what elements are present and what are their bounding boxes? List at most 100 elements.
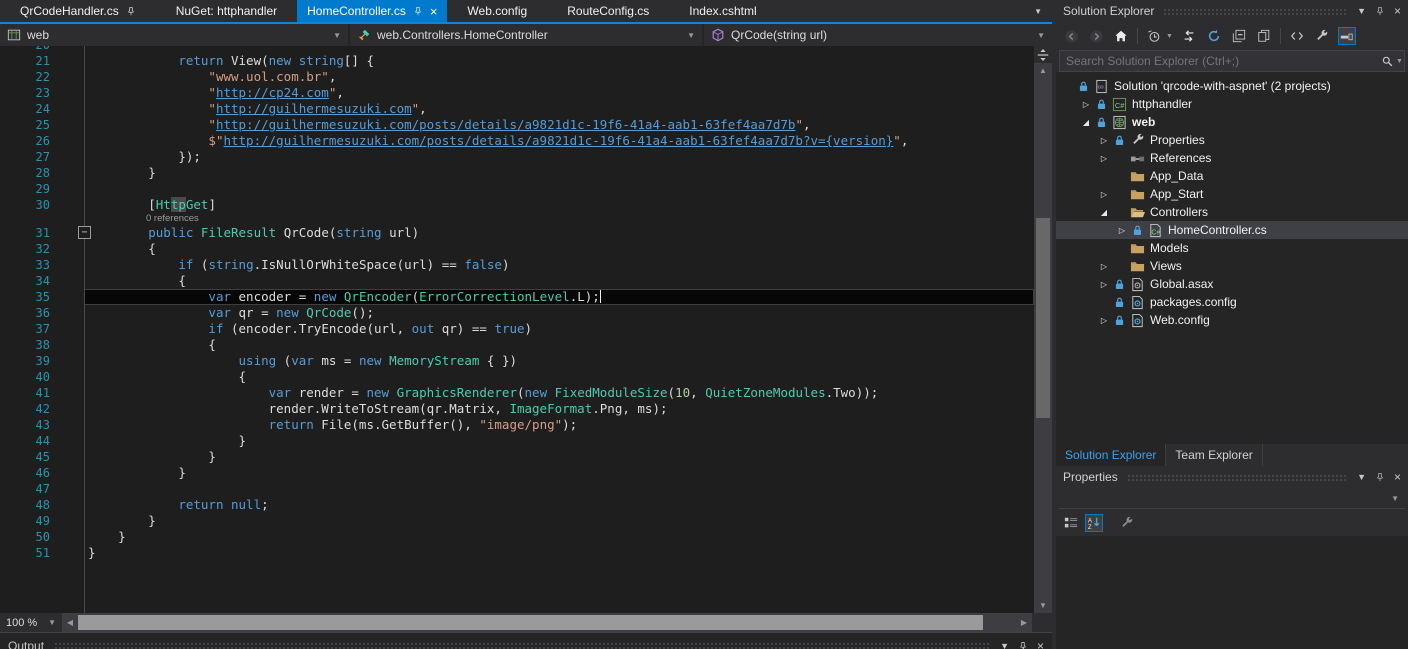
scroll-down-arrow[interactable]: ▼ <box>1034 598 1052 613</box>
code-line-51[interactable]: 51} <box>0 545 1034 561</box>
code-line-23[interactable]: 23 "http://cp24.com", <box>0 85 1034 101</box>
tree-item-solution-qrcode-with-aspnet-2-projects[interactable]: ∞Solution 'qrcode-with-aspnet' (2 projec… <box>1056 77 1408 95</box>
code-line-content[interactable] <box>84 46 1034 53</box>
expander-collapsed-icon[interactable]: ▷ <box>1080 100 1092 109</box>
code-line-content[interactable] <box>84 481 1034 497</box>
nav-combo-qrcode-string-url[interactable]: QrCode(string url)▼ <box>704 24 1052 46</box>
code-line-36[interactable]: 36 var qr = new QrCode(); <box>0 305 1034 321</box>
search-input[interactable] <box>1060 54 1380 68</box>
code-line-44[interactable]: 44 } <box>0 433 1034 449</box>
code-line-content[interactable]: } <box>84 449 1034 465</box>
code-line-40[interactable]: 40 { <box>0 369 1034 385</box>
code-line-content[interactable]: using (var ms = new MemoryStream { }) <box>84 353 1034 369</box>
nav-combo-web[interactable]: web▼ <box>0 24 348 46</box>
tree-item-packages-config[interactable]: packages.config <box>1056 293 1408 311</box>
home-button[interactable] <box>1112 27 1130 45</box>
chevron-down-icon[interactable]: ▼ <box>1166 33 1173 40</box>
tree-item-models[interactable]: Models <box>1056 239 1408 257</box>
code-line-21[interactable]: 21 return View(new string[] { <box>0 53 1034 69</box>
code-line-34[interactable]: 34 { <box>0 273 1034 289</box>
collapse-all-button[interactable] <box>1230 27 1248 45</box>
code-line-content[interactable]: { <box>84 241 1034 257</box>
property-pages-button[interactable] <box>1118 514 1136 532</box>
code-line-25[interactable]: 25 "http://guilhermesuzuki.com/posts/det… <box>0 117 1034 133</box>
code-line-content[interactable]: } <box>84 529 1034 545</box>
code-line-32[interactable]: 32 { <box>0 241 1034 257</box>
close-icon[interactable]: × <box>430 4 438 19</box>
show-all-files-button[interactable] <box>1255 27 1273 45</box>
code-line-content[interactable]: var qr = new QrCode(); <box>84 305 1034 321</box>
forward-button[interactable] <box>1087 27 1105 45</box>
vertical-scroll-track[interactable] <box>1034 78 1052 598</box>
code-line-content[interactable]: } <box>84 513 1034 529</box>
tree-item-views[interactable]: ▷Views <box>1056 257 1408 275</box>
editor-zoom-select[interactable]: 100 % ▼ <box>0 613 62 632</box>
code-line-28[interactable]: 28 } <box>0 165 1034 181</box>
scroll-left-arrow[interactable]: ◀ <box>62 613 78 632</box>
code-line-content[interactable]: public FileResult QrCode(string url) <box>84 225 1034 241</box>
tree-item-global-asax[interactable]: ▷Global.asax <box>1056 275 1408 293</box>
expander-collapsed-icon[interactable]: ▷ <box>1098 262 1110 271</box>
alphabetical-sort-button[interactable]: AZ <box>1085 514 1103 532</box>
code-line-content[interactable]: $"http://guilhermesuzuki.com/posts/detai… <box>84 133 1034 149</box>
pin-icon[interactable] <box>126 6 136 17</box>
code-line-content[interactable]: var encoder = new QrEncoder(ErrorCorrect… <box>84 289 1034 305</box>
tab-routeconfig-cs[interactable]: RouteConfig.cs <box>547 0 669 22</box>
code-line-content[interactable]: }); <box>84 149 1034 165</box>
window-position-chevron-icon[interactable]: ▼ <box>1000 641 1009 649</box>
properties-title-bar[interactable]: Properties ▼ × <box>1056 466 1408 488</box>
code-line-37[interactable]: 37 if (encoder.TryEncode(url, out qr) ==… <box>0 321 1034 337</box>
tree-item-references[interactable]: ▷References <box>1056 149 1408 167</box>
search-icon[interactable] <box>1381 55 1394 68</box>
tab-index-cshtml[interactable]: Index.cshtml <box>669 0 776 22</box>
code-line-42[interactable]: 42 render.WriteToStream(qr.Matrix, Image… <box>0 401 1034 417</box>
back-button[interactable] <box>1062 27 1080 45</box>
tab-web-config[interactable]: Web.config <box>447 0 547 22</box>
tree-item-properties[interactable]: ▷Properties <box>1056 131 1408 149</box>
tree-item-app-start[interactable]: ▷App_Start <box>1056 185 1408 203</box>
close-icon[interactable]: × <box>1037 639 1044 649</box>
code-line-content[interactable]: "http://cp24.com", <box>84 85 1034 101</box>
code-line-49[interactable]: 49 } <box>0 513 1034 529</box>
expander-expanded-icon[interactable]: ◢ <box>1098 208 1110 217</box>
window-position-chevron-icon[interactable]: ▼ <box>1357 472 1366 482</box>
code-line-39[interactable]: 39 using (var ms = new MemoryStream { }) <box>0 353 1034 369</box>
code-line-35[interactable]: 35 var encoder = new QrEncoder(ErrorCorr… <box>0 289 1034 305</box>
split-editor-grip-icon[interactable] <box>1034 46 1052 63</box>
pin-icon[interactable] <box>1018 641 1028 649</box>
code-line-content[interactable]: [HttpGet] <box>84 197 1034 213</box>
code-line-content[interactable] <box>84 181 1034 197</box>
tree-item-web-config[interactable]: ▷Web.config <box>1056 311 1408 329</box>
code-line-content[interactable]: { <box>84 273 1034 289</box>
tab-homecontroller-cs[interactable]: HomeController.cs× <box>297 0 447 22</box>
tree-item-httphandler[interactable]: ▷C#httphandler <box>1056 95 1408 113</box>
code-editor[interactable]: 2021 return View(new string[] {22 "www.u… <box>0 46 1034 613</box>
horizontal-scroll-thumb[interactable] <box>78 615 983 630</box>
code-line-24[interactable]: 24 "http://guilhermesuzuki.com", <box>0 101 1034 117</box>
pending-changes-button[interactable] <box>1145 27 1163 45</box>
code-line-content[interactable]: if (string.IsNullOrWhiteSpace(url) == fa… <box>84 257 1034 273</box>
chevron-down-icon[interactable]: ▼ <box>1396 58 1403 65</box>
code-line-content[interactable]: { <box>84 369 1034 385</box>
tree-item-homecontroller-cs[interactable]: ▷C#HomeController.cs <box>1056 221 1408 239</box>
tree-item-app-data[interactable]: App_Data <box>1056 167 1408 185</box>
tree-item-web[interactable]: ◢web <box>1056 113 1408 131</box>
code-line-content[interactable]: } <box>84 165 1034 181</box>
code-line-31[interactable]: 31 public FileResult QrCode(string url) <box>0 225 1034 241</box>
panel-tab-solution-explorer[interactable]: Solution Explorer <box>1056 444 1166 466</box>
code-line-46[interactable]: 46 } <box>0 465 1034 481</box>
categorized-button[interactable] <box>1062 514 1080 532</box>
code-line-45[interactable]: 45 } <box>0 449 1034 465</box>
code-line-content[interactable]: render.WriteToStream(qr.Matrix, ImageFor… <box>84 401 1034 417</box>
code-line-22[interactable]: 22 "www.uol.com.br", <box>0 69 1034 85</box>
code-line-26[interactable]: 26 $"http://guilhermesuzuki.com/posts/de… <box>0 133 1034 149</box>
code-line-content[interactable]: { <box>84 337 1034 353</box>
code-line-content[interactable]: "http://guilhermesuzuki.com", <box>84 101 1034 117</box>
refresh-button[interactable] <box>1205 27 1223 45</box>
properties-wrench-button[interactable] <box>1313 27 1331 45</box>
code-line-content[interactable]: return View(new string[] { <box>84 53 1034 69</box>
view-code-button[interactable] <box>1288 27 1306 45</box>
expander-collapsed-icon[interactable]: ▷ <box>1098 136 1110 145</box>
editor-vertical-scrollbar[interactable]: ▲ ▼ <box>1034 46 1052 613</box>
code-line-43[interactable]: 43 return File(ms.GetBuffer(), "image/pn… <box>0 417 1034 433</box>
